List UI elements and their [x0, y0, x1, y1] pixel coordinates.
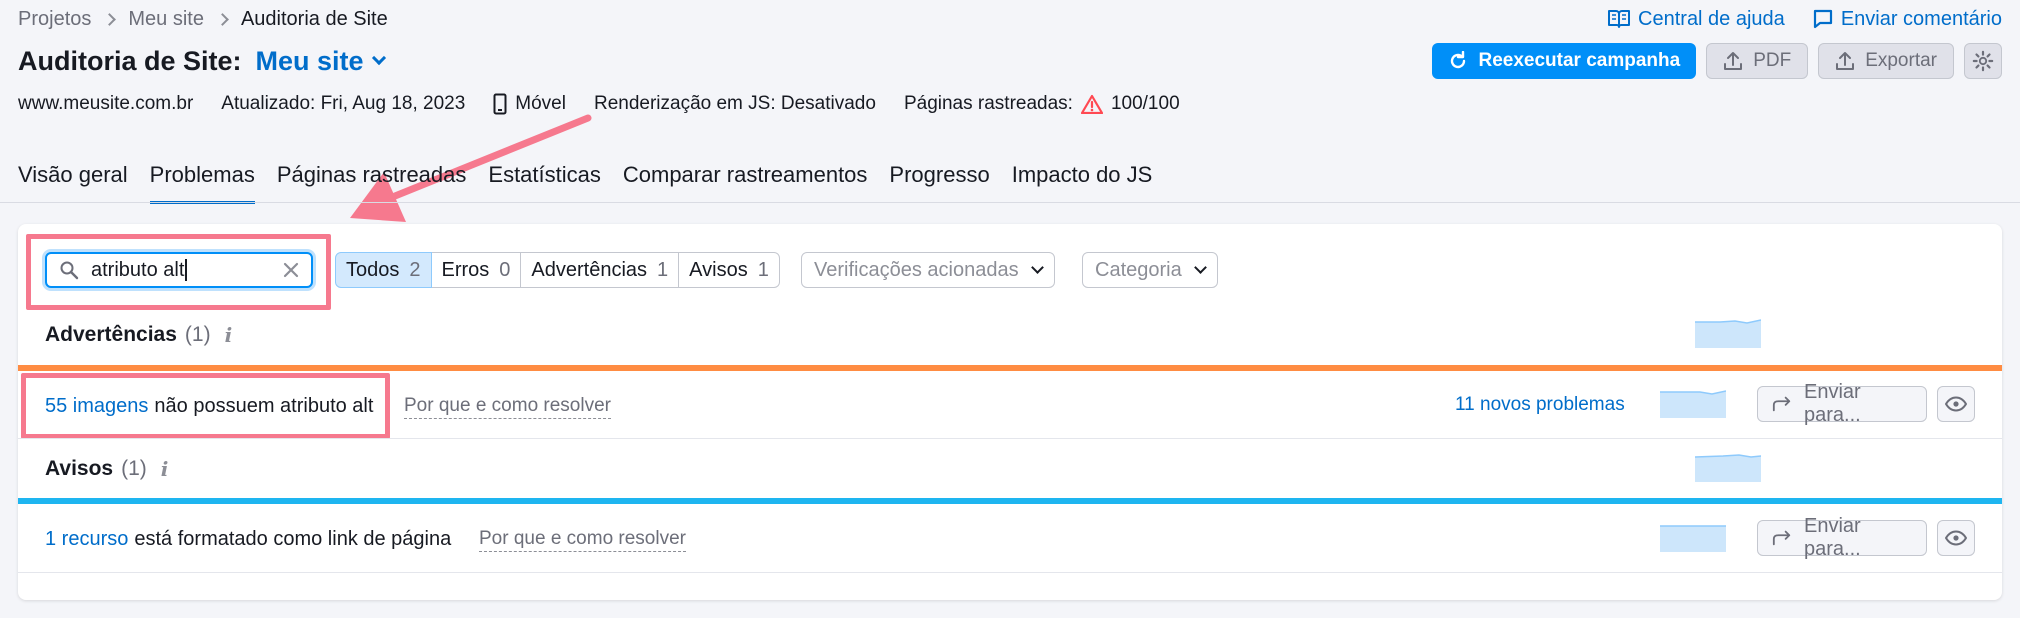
send-to-button[interactable]: Enviar para...: [1757, 381, 1927, 426]
filter-notices-label: Avisos: [689, 258, 748, 281]
info-icon[interactable]: i: [225, 323, 233, 347]
search-value: atributo alt: [91, 258, 185, 281]
chevron-down-icon: [1030, 261, 1044, 274]
warnings-section-title: Advertências (1) i: [45, 321, 232, 349]
issue-trend-sparkline: [1660, 525, 1726, 552]
notices-trend-sparkline: [1695, 454, 1761, 482]
filter-notices[interactable]: Avisos 1: [679, 252, 780, 288]
triggered-checks-label: Verificações acionadas: [814, 258, 1019, 281]
new-issues-link[interactable]: 11 novos problemas: [1455, 394, 1625, 416]
filter-warnings-label: Advertências: [531, 258, 648, 281]
filter-errors[interactable]: Erros 0: [431, 252, 522, 288]
filter-notices-count: 1: [757, 258, 769, 281]
filter-all-label: Todos: [346, 258, 400, 281]
triggered-checks-dropdown[interactable]: Verificações acionadas: [801, 252, 1055, 288]
share-arrow-icon: [1772, 396, 1791, 412]
tab-compare-crawls[interactable]: Comparar rastreamentos: [623, 160, 868, 204]
eye-icon: [1945, 530, 1967, 546]
filter-errors-count: 0: [499, 258, 511, 281]
notice-issue-row: 1 recurso está formatado como link de pá…: [45, 525, 451, 553]
issue-description: está formatado como link de página: [134, 527, 452, 550]
why-how-link[interactable]: Por que e como resolver: [404, 395, 611, 419]
tabs-divider: [0, 202, 2020, 203]
tab-overview[interactable]: Visão geral: [18, 160, 128, 204]
send-to-label: Enviar para...: [1803, 515, 1861, 560]
warnings-severity-bar: [18, 365, 2002, 371]
info-icon[interactable]: i: [161, 457, 169, 481]
notices-title: Avisos: [45, 457, 114, 480]
filter-all-count: 2: [409, 258, 421, 281]
search-icon: [60, 261, 79, 280]
tab-issues[interactable]: Problemas: [149, 160, 255, 204]
chevron-down-icon: [1193, 261, 1207, 274]
filter-errors-label: Erros: [441, 258, 490, 281]
tab-js-impact[interactable]: Impacto do JS: [1012, 160, 1153, 204]
filter-warnings[interactable]: Advertências 1: [521, 252, 680, 288]
warnings-trend-sparkline: [1695, 319, 1761, 348]
hide-issue-button[interactable]: [1937, 386, 1975, 422]
filter-warnings-count: 1: [657, 258, 669, 281]
issue-count-link[interactable]: 1 recurso: [45, 528, 128, 551]
close-icon[interactable]: [283, 262, 299, 278]
warnings-count: (1): [184, 323, 211, 346]
issue-count-link[interactable]: 55 imagens: [45, 395, 148, 418]
category-dropdown[interactable]: Categoria: [1082, 252, 1218, 288]
issue-description: não possuem atributo alt: [154, 394, 374, 417]
main-tabs: Visão geral Problemas Páginas rastreadas…: [18, 160, 1152, 204]
search-input[interactable]: atributo alt: [91, 259, 271, 282]
filter-all[interactable]: Todos 2: [335, 252, 432, 288]
notices-count: (1): [121, 457, 147, 480]
warning-issue-row: 55 imagens não possuem atributo alt: [45, 392, 373, 420]
issues-search[interactable]: atributo alt: [45, 252, 313, 288]
send-to-button[interactable]: Enviar para...: [1757, 515, 1927, 560]
tab-progress[interactable]: Progresso: [889, 160, 989, 204]
warnings-title: Advertências: [45, 323, 177, 346]
send-to-label: Enviar para...: [1803, 381, 1861, 426]
share-arrow-icon: [1772, 530, 1791, 546]
why-how-link[interactable]: Por que e como resolver: [479, 528, 686, 552]
notices-section-title: Avisos (1) i: [45, 455, 168, 483]
tab-crawled-pages[interactable]: Páginas rastreadas: [277, 160, 467, 204]
issue-type-filter: Todos 2 Erros 0 Advertências 1 Avisos 1: [335, 252, 780, 288]
tab-statistics[interactable]: Estatísticas: [488, 160, 600, 204]
text-caret: [185, 259, 188, 282]
eye-icon: [1945, 396, 1967, 412]
hide-issue-button[interactable]: [1937, 520, 1975, 556]
issue-trend-sparkline: [1660, 390, 1726, 418]
notices-severity-bar: [18, 498, 2002, 504]
category-label: Categoria: [1095, 258, 1182, 281]
row-divider: [18, 572, 2002, 573]
row-divider: [18, 438, 2002, 439]
